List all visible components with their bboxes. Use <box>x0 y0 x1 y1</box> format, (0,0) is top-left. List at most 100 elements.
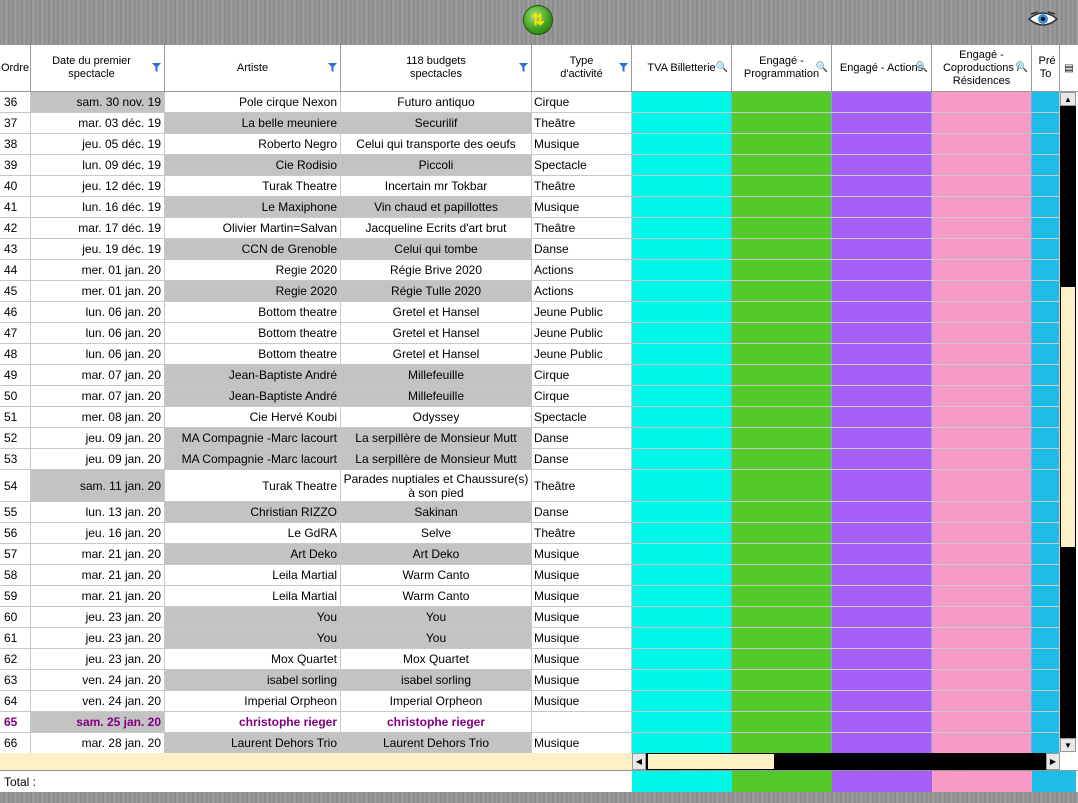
total-programmation-cell[interactable] <box>732 771 832 792</box>
cell-programmation[interactable] <box>732 649 832 669</box>
total-coproductions-cell[interactable] <box>932 771 1032 792</box>
cell-date[interactable]: jeu. 16 jan. 20 <box>31 523 165 543</box>
cell-actions[interactable] <box>832 470 932 501</box>
filter-icon[interactable] <box>519 63 528 72</box>
cell-artiste[interactable]: Regie 2020 <box>165 260 341 280</box>
cell-tva[interactable] <box>632 628 732 648</box>
magnifier-icon[interactable]: 🔍 <box>816 61 828 74</box>
cell-pre[interactable] <box>1032 365 1060 385</box>
cell-tva[interactable] <box>632 712 732 732</box>
col-header-budgets[interactable]: 118 budgets spectacles <box>341 45 532 92</box>
cell-date[interactable]: jeu. 09 jan. 20 <box>31 428 165 448</box>
cell-pre[interactable] <box>1032 92 1060 112</box>
cell-tva[interactable] <box>632 239 732 259</box>
cell-ordre[interactable]: 57 <box>0 544 31 564</box>
cell-ordre[interactable]: 45 <box>0 281 31 301</box>
cell-type[interactable]: Musique <box>532 544 632 564</box>
table-row[interactable]: 64 ven. 24 jan. 20 Imperial Orpheon Imperia… <box>0 691 1060 712</box>
table-row[interactable]: 65 sam. 25 jan. 20 christophe rieger christ… <box>0 712 1060 733</box>
cell-actions[interactable] <box>832 323 932 343</box>
cell-type[interactable]: Actions <box>532 281 632 301</box>
col-header-programmation[interactable]: Engagé - Programmation 🔍 <box>732 45 832 92</box>
cell-programmation[interactable] <box>732 386 832 406</box>
cell-programmation[interactable] <box>732 218 832 238</box>
cell-type[interactable]: Musique <box>532 565 632 585</box>
cell-type[interactable]: Theâtre <box>532 470 632 501</box>
cell-programmation[interactable] <box>732 523 832 543</box>
cell-ordre[interactable]: 50 <box>0 386 31 406</box>
cell-date[interactable]: mar. 21 jan. 20 <box>31 565 165 585</box>
cell-artiste[interactable]: Cie Hervé Koubi <box>165 407 341 427</box>
cell-budget[interactable]: Odyssey <box>341 407 532 427</box>
cell-date[interactable]: jeu. 09 jan. 20 <box>31 449 165 469</box>
cell-ordre[interactable]: 51 <box>0 407 31 427</box>
cell-actions[interactable] <box>832 260 932 280</box>
cell-coproductions[interactable] <box>932 470 1032 501</box>
cell-coproductions[interactable] <box>932 239 1032 259</box>
table-row[interactable]: 50 mar. 07 jan. 20 Jean-Baptiste André Mill… <box>0 386 1060 407</box>
magnifier-icon[interactable]: 🔍 <box>716 61 728 74</box>
cell-budget[interactable]: La serpillère de Monsieur Mutt <box>341 428 532 448</box>
table-row[interactable]: 37 mar. 03 déc. 19 La belle meuniere Securi… <box>0 113 1060 134</box>
cell-ordre[interactable]: 36 <box>0 92 31 112</box>
cell-budget[interactable]: Millefeuille <box>341 365 532 385</box>
table-row[interactable]: 52 jeu. 09 jan. 20 MA Compagnie -Marc laco… <box>0 428 1060 449</box>
filter-icon[interactable] <box>328 63 337 72</box>
cell-programmation[interactable] <box>732 281 832 301</box>
cell-artiste[interactable]: Bottom theatre <box>165 302 341 322</box>
total-actions-cell[interactable] <box>832 771 932 792</box>
total-pre-cell[interactable] <box>1032 771 1076 792</box>
cell-ordre[interactable]: 42 <box>0 218 31 238</box>
cell-date[interactable]: lun. 16 déc. 19 <box>31 197 165 217</box>
cell-date[interactable]: mar. 17 déc. 19 <box>31 218 165 238</box>
cell-budget[interactable]: Incertain mr Tokbar <box>341 176 532 196</box>
cell-coproductions[interactable] <box>932 155 1032 175</box>
cell-budget[interactable]: Imperial Orpheon <box>341 691 532 711</box>
cell-actions[interactable] <box>832 176 932 196</box>
cell-date[interactable]: mer. 01 jan. 20 <box>31 281 165 301</box>
cell-programmation[interactable] <box>732 544 832 564</box>
eye-icon[interactable] <box>1028 10 1058 28</box>
cell-type[interactable]: Jeune Public <box>532 323 632 343</box>
cell-type[interactable]: Musique <box>532 607 632 627</box>
cell-budget[interactable]: Sakinan <box>341 502 532 522</box>
cell-date[interactable]: jeu. 23 jan. 20 <box>31 628 165 648</box>
cell-artiste[interactable]: Le GdRA <box>165 523 341 543</box>
cell-ordre[interactable]: 46 <box>0 302 31 322</box>
cell-budget[interactable]: Warm Canto <box>341 586 532 606</box>
cell-pre[interactable] <box>1032 197 1060 217</box>
cell-date[interactable]: jeu. 23 jan. 20 <box>31 607 165 627</box>
cell-type[interactable]: Musique <box>532 197 632 217</box>
table-row[interactable]: 63 ven. 24 jan. 20 isabel sorling isabel so… <box>0 670 1060 691</box>
cell-coproductions[interactable] <box>932 218 1032 238</box>
cell-type[interactable]: Danse <box>532 449 632 469</box>
cell-artiste[interactable]: Bottom theatre <box>165 344 341 364</box>
cell-coproductions[interactable] <box>932 407 1032 427</box>
vertical-scroll-thumb[interactable] <box>1061 287 1075 547</box>
cell-programmation[interactable] <box>732 502 832 522</box>
col-header-artiste[interactable]: Artiste <box>165 45 341 92</box>
cell-type[interactable]: Musique <box>532 134 632 154</box>
scroll-left-button[interactable]: ◀ <box>632 753 646 770</box>
cell-pre[interactable] <box>1032 386 1060 406</box>
cell-budget[interactable]: La serpillère de Monsieur Mutt <box>341 449 532 469</box>
cell-programmation[interactable] <box>732 176 832 196</box>
table-row[interactable]: 58 mar. 21 jan. 20 Leila Martial Warm Canto… <box>0 565 1060 586</box>
cell-actions[interactable] <box>832 113 932 133</box>
cell-ordre[interactable]: 40 <box>0 176 31 196</box>
cell-ordre[interactable]: 49 <box>0 365 31 385</box>
cell-programmation[interactable] <box>732 344 832 364</box>
cell-budget[interactable]: Parades nuptiales et Chaussure(s) à son … <box>341 470 532 501</box>
cell-actions[interactable] <box>832 428 932 448</box>
cell-artiste[interactable]: La belle meuniere <box>165 113 341 133</box>
cell-coproductions[interactable] <box>932 502 1032 522</box>
cell-type[interactable]: Jeune Public <box>532 344 632 364</box>
cell-artiste[interactable]: Christian RIZZO <box>165 502 341 522</box>
col-header-tva[interactable]: TVA Billetterie 🔍 <box>632 45 732 92</box>
cell-ordre[interactable]: 56 <box>0 523 31 543</box>
cell-type[interactable]: Cirque <box>532 365 632 385</box>
cell-date[interactable]: mer. 01 jan. 20 <box>31 260 165 280</box>
cell-actions[interactable] <box>832 365 932 385</box>
cell-coproductions[interactable] <box>932 449 1032 469</box>
table-row[interactable]: 39 lun. 09 déc. 19 Cie Rodisio Piccoli Spect… <box>0 155 1060 176</box>
